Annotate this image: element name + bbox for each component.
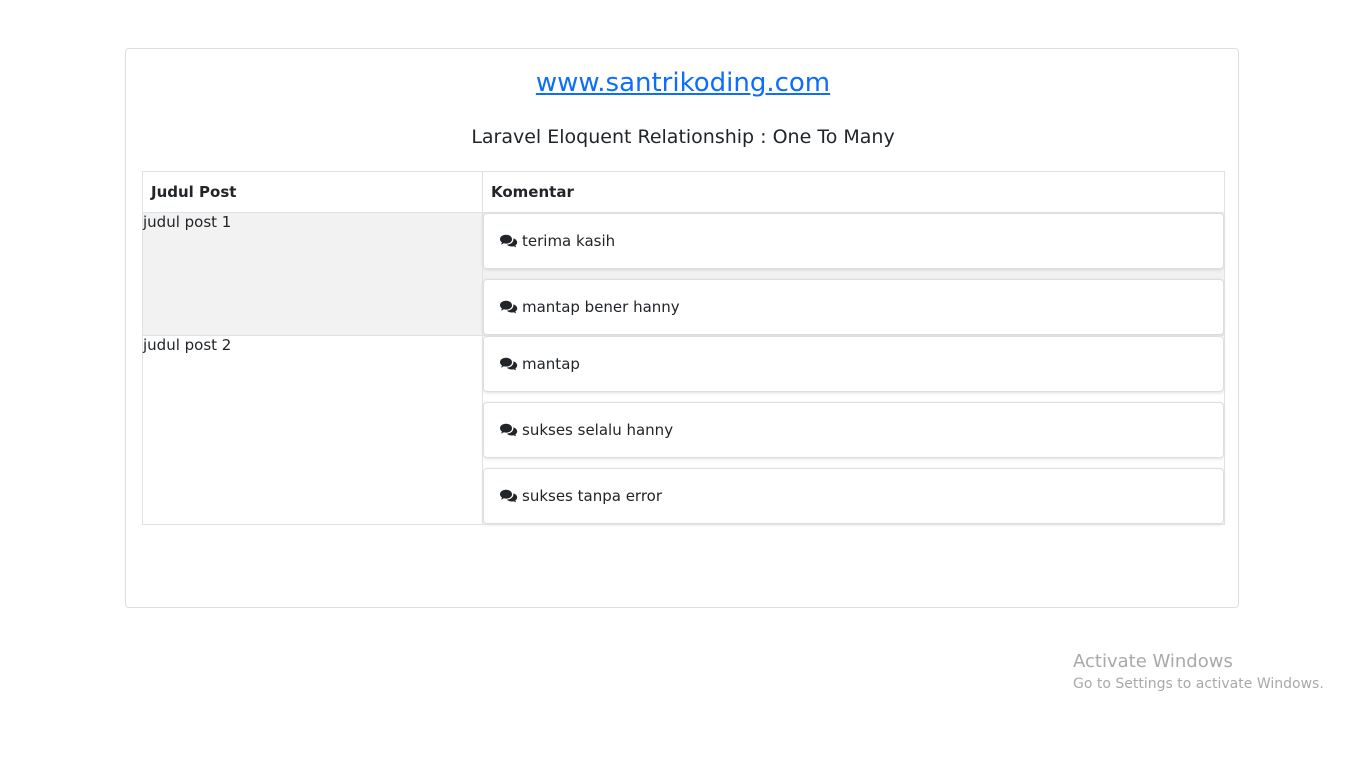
table-row: judul post 1 terima kasih mantap bener h… xyxy=(142,212,1225,336)
windows-activation-watermark: Activate Windows Go to Settings to activ… xyxy=(1073,650,1324,694)
comment-item: sukses tanpa error xyxy=(483,468,1224,524)
comments-icon xyxy=(500,300,518,314)
comment-text: sukses tanpa error xyxy=(522,487,663,505)
page-subtitle: Laravel Eloquent Relationship : One To M… xyxy=(471,126,895,148)
table-header-row: Judul Post Komentar xyxy=(142,171,1225,213)
comment-item: mantap bener hanny xyxy=(483,279,1224,335)
post-title-cell: judul post 1 xyxy=(142,212,483,336)
site-link[interactable]: www.santrikoding.com xyxy=(536,68,830,98)
comments-cell: mantap sukses selalu hanny sukses tanpa … xyxy=(482,335,1225,525)
comments-icon xyxy=(500,357,518,371)
site-header: www.santrikoding.com xyxy=(0,66,1366,100)
column-header-komentar: Komentar xyxy=(482,171,1225,213)
comment-item: sukses selalu hanny xyxy=(483,402,1224,458)
comments-icon xyxy=(500,423,518,437)
posts-table: Judul Post Komentar judul post 1 terima … xyxy=(142,171,1225,525)
comment-item: terima kasih xyxy=(483,213,1224,269)
table-row: judul post 2 mantap sukses selalu hanny xyxy=(142,335,1225,525)
comment-text: terima kasih xyxy=(522,232,616,250)
comments-icon xyxy=(500,234,518,248)
watermark-subtitle: Go to Settings to activate Windows. xyxy=(1073,676,1324,692)
comment-text: mantap bener hanny xyxy=(522,298,680,316)
post-title-cell: judul post 2 xyxy=(142,335,483,525)
comments-icon xyxy=(500,489,518,503)
watermark-title: Activate Windows xyxy=(1073,651,1233,672)
comment-item: mantap xyxy=(483,336,1224,392)
comment-text: mantap xyxy=(522,355,580,373)
column-header-judul-post: Judul Post xyxy=(142,171,483,213)
comment-text: sukses selalu hanny xyxy=(522,421,674,439)
comments-cell: terima kasih mantap bener hanny xyxy=(482,212,1225,336)
